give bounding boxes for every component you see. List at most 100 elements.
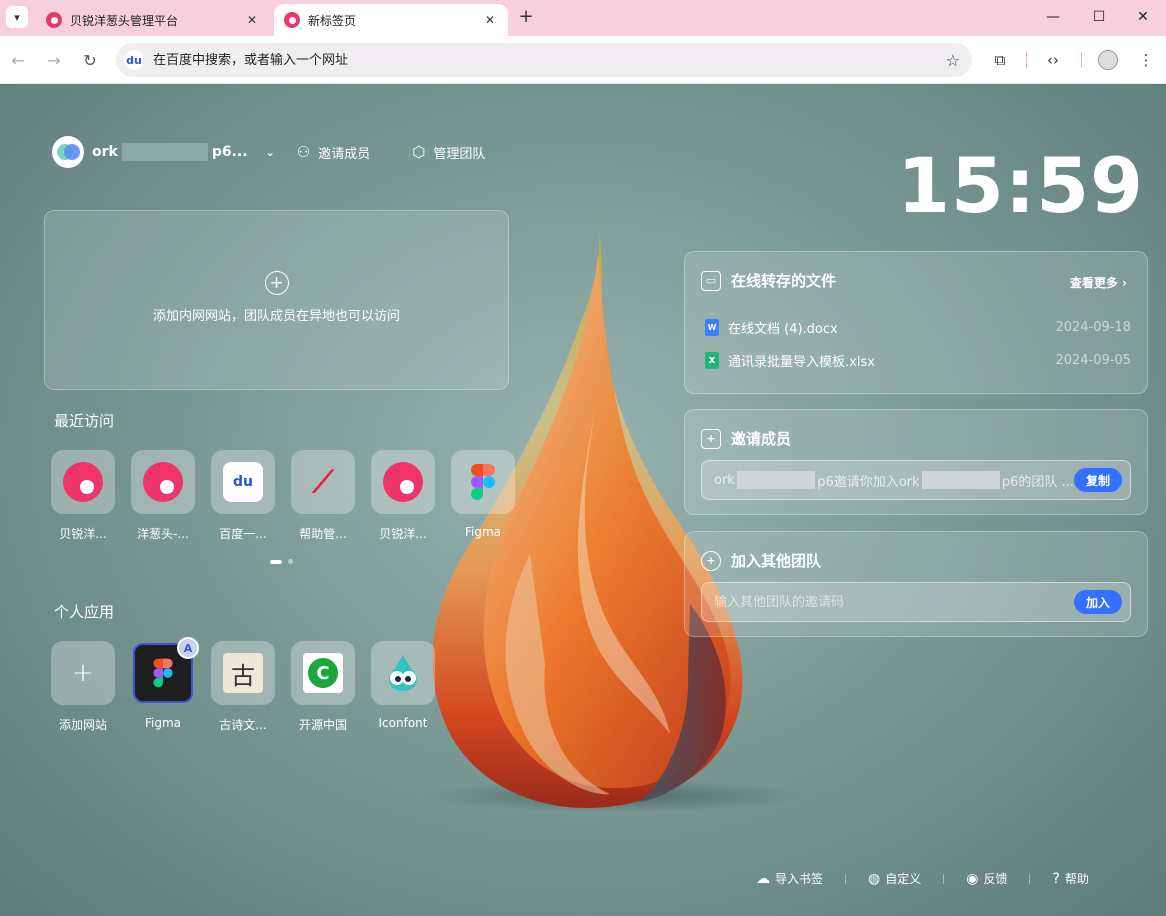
tab-label: 贝锐洋葱头管理平台: [70, 13, 179, 28]
add-site-item[interactable]: + 添加网站: [51, 641, 115, 733]
onion-favicon-icon: [46, 12, 62, 28]
add-intranet-site-card[interactable]: + 添加内网网站，团队成员在异地也可以访问: [44, 210, 509, 390]
intranet-hint: 添加内网网站，团队成员在异地也可以访问: [152, 309, 400, 324]
recent-app-item[interactable]: 贝锐洋...: [371, 450, 435, 542]
toolbar-divider: [1081, 52, 1082, 68]
app-label: 古诗文...: [219, 718, 267, 732]
clock: 15:59: [897, 141, 1144, 230]
help-link[interactable]: ? 帮助: [1052, 870, 1088, 887]
app-tile: [371, 641, 435, 705]
personal-apps-grid: + 添加网站 A Figma 古 古诗文... C 开源中国 Iconfont: [51, 637, 451, 733]
forward-button[interactable]: →: [42, 48, 66, 72]
team-switcher[interactable]: ork p6... ⌄: [92, 143, 275, 161]
oschina-logo-icon: C: [303, 653, 343, 693]
manage-label: 管理团队: [433, 146, 486, 162]
app-tile: C: [291, 641, 355, 705]
personal-app-item[interactable]: C 开源中国: [291, 641, 355, 733]
personal-apps-title: 个人应用: [54, 603, 115, 621]
excel-file-icon: X: [705, 352, 719, 369]
personal-app-item[interactable]: 古 古诗文...: [211, 641, 275, 733]
tab-search-button[interactable]: ▾: [6, 6, 28, 28]
recent-visits-title: 最近访问: [54, 412, 115, 430]
browser-toolbar: ← → ↻ du ☆ ⧉ ‹› ⋮: [0, 36, 1166, 84]
onion-logo-icon: [63, 462, 103, 502]
help-icon: ?: [1052, 870, 1060, 887]
app-label: 百度一...: [219, 527, 267, 541]
user-plus-icon: +: [701, 550, 721, 571]
app-label: 帮助管...: [299, 527, 347, 541]
app-tile: 古: [211, 641, 275, 705]
app-tile: du: [211, 450, 275, 514]
feedback-link[interactable]: ◉ 反馈: [966, 870, 1007, 887]
tab-onion-admin[interactable]: 贝锐洋葱头管理平台 ✕: [36, 4, 270, 36]
new-tab-button[interactable]: +: [516, 8, 536, 28]
app-label: 贝锐洋...: [59, 527, 107, 541]
maximize-button[interactable]: ☐: [1076, 0, 1122, 34]
join-button[interactable]: 加入: [1073, 590, 1122, 614]
extensions-icon[interactable]: ⧉: [988, 48, 1012, 72]
team-header: ork p6... ⌄ ⚇ 邀请成员 ⬡ 管理团队: [52, 136, 485, 168]
footer-divider: [943, 873, 945, 884]
invite-link-field: ork p6邀请你加入ork p6的团队 ... 复制: [701, 460, 1131, 500]
close-icon[interactable]: ✕: [244, 12, 260, 28]
import-bookmarks-link[interactable]: ☁ 导入书签: [756, 870, 823, 887]
onion-favicon-icon: [284, 12, 300, 28]
devtools-icon[interactable]: ‹›: [1041, 48, 1065, 72]
iconfont-logo-icon: [389, 655, 417, 691]
copy-button[interactable]: 复制: [1073, 468, 1122, 492]
minimize-button[interactable]: —: [1030, 0, 1076, 34]
reload-button[interactable]: ↻: [78, 48, 102, 72]
gushiwen-logo-icon: 古: [223, 653, 263, 693]
star-icon[interactable]: ☆: [946, 51, 960, 70]
menu-icon[interactable]: ⋮: [1134, 48, 1158, 72]
page-dot[interactable]: [288, 559, 293, 564]
invite-members-link[interactable]: ⚇ 邀请成员: [297, 143, 370, 162]
personal-app-item[interactable]: A Figma: [131, 637, 199, 733]
see-more-link[interactable]: 查看更多 ›: [1070, 274, 1127, 291]
omnibox-input[interactable]: [153, 52, 946, 68]
file-row[interactable]: X 通讯录批量导入模板.xlsx 2024-09-05: [705, 351, 1131, 370]
app-tile: [51, 450, 115, 514]
team-avatar[interactable]: [52, 136, 84, 168]
footer-divider: [1029, 873, 1031, 884]
file-row[interactable]: W 在线文档 (4).docx 2024-09-18: [705, 318, 1131, 337]
manage-team-link[interactable]: ⬡ 管理团队: [412, 143, 485, 162]
team-name-end: p6...: [211, 144, 248, 160]
toolbar-divider: [1026, 52, 1027, 68]
recent-app-item[interactable]: Figma: [451, 450, 515, 542]
file-name: 通讯录批量导入模板.xlsx: [728, 355, 875, 370]
tab-new-tab[interactable]: 新标签页 ✕: [274, 4, 508, 36]
invite-members-card: + 邀请成员 ork p6邀请你加入ork p6的团队 ... 复制: [684, 409, 1148, 515]
app-label: 贝锐洋...: [379, 527, 427, 541]
close-icon[interactable]: ✕: [482, 12, 498, 28]
baidu-logo-icon: du: [223, 462, 263, 502]
invite-text: ork p6邀请你加入ork p6的团队 ...: [714, 471, 1074, 490]
card-title: + 加入其他团队: [701, 550, 821, 571]
page-dot-active[interactable]: [270, 559, 282, 564]
tab-strip: ▾ 贝锐洋葱头管理平台 ✕ 新标签页 ✕ + — ☐ ✕: [0, 0, 1166, 36]
close-window-button[interactable]: ✕: [1120, 0, 1166, 34]
redacted-text: [121, 143, 208, 161]
recent-app-item[interactable]: 洋葱头-...: [131, 450, 195, 542]
app-label: Figma: [144, 716, 182, 730]
recent-app-item[interactable]: 贝锐洋...: [51, 450, 115, 542]
recent-app-item[interactable]: ⟋ 帮助管...: [291, 450, 355, 542]
app-label: Iconfont: [378, 716, 428, 730]
chat-bubble-icon: ◉: [966, 870, 979, 887]
footer-actions: ☁ 导入书签 ◍ 自定义 ◉ 反馈 ? 帮助: [756, 870, 1089, 887]
chevron-down-icon: ⌄: [265, 145, 275, 159]
invite-label: 邀请成员: [318, 146, 371, 162]
file-name: 在线文档 (4).docx: [728, 322, 838, 337]
join-code-field: 加入: [701, 582, 1131, 622]
invite-code-input[interactable]: [714, 594, 1074, 610]
cloud-upload-icon: ☁: [756, 870, 770, 887]
hard-drive-icon: ▭: [701, 270, 721, 291]
personal-app-item[interactable]: Iconfont: [371, 641, 435, 733]
app-tile: [371, 450, 435, 514]
recent-app-item[interactable]: du 百度一...: [211, 450, 275, 542]
customize-link[interactable]: ◍ 自定义: [868, 870, 921, 887]
app-tile: ⟋: [291, 450, 355, 514]
back-button[interactable]: ←: [6, 48, 30, 72]
profile-avatar[interactable]: [1096, 48, 1120, 72]
address-bar[interactable]: du ☆: [116, 43, 972, 77]
